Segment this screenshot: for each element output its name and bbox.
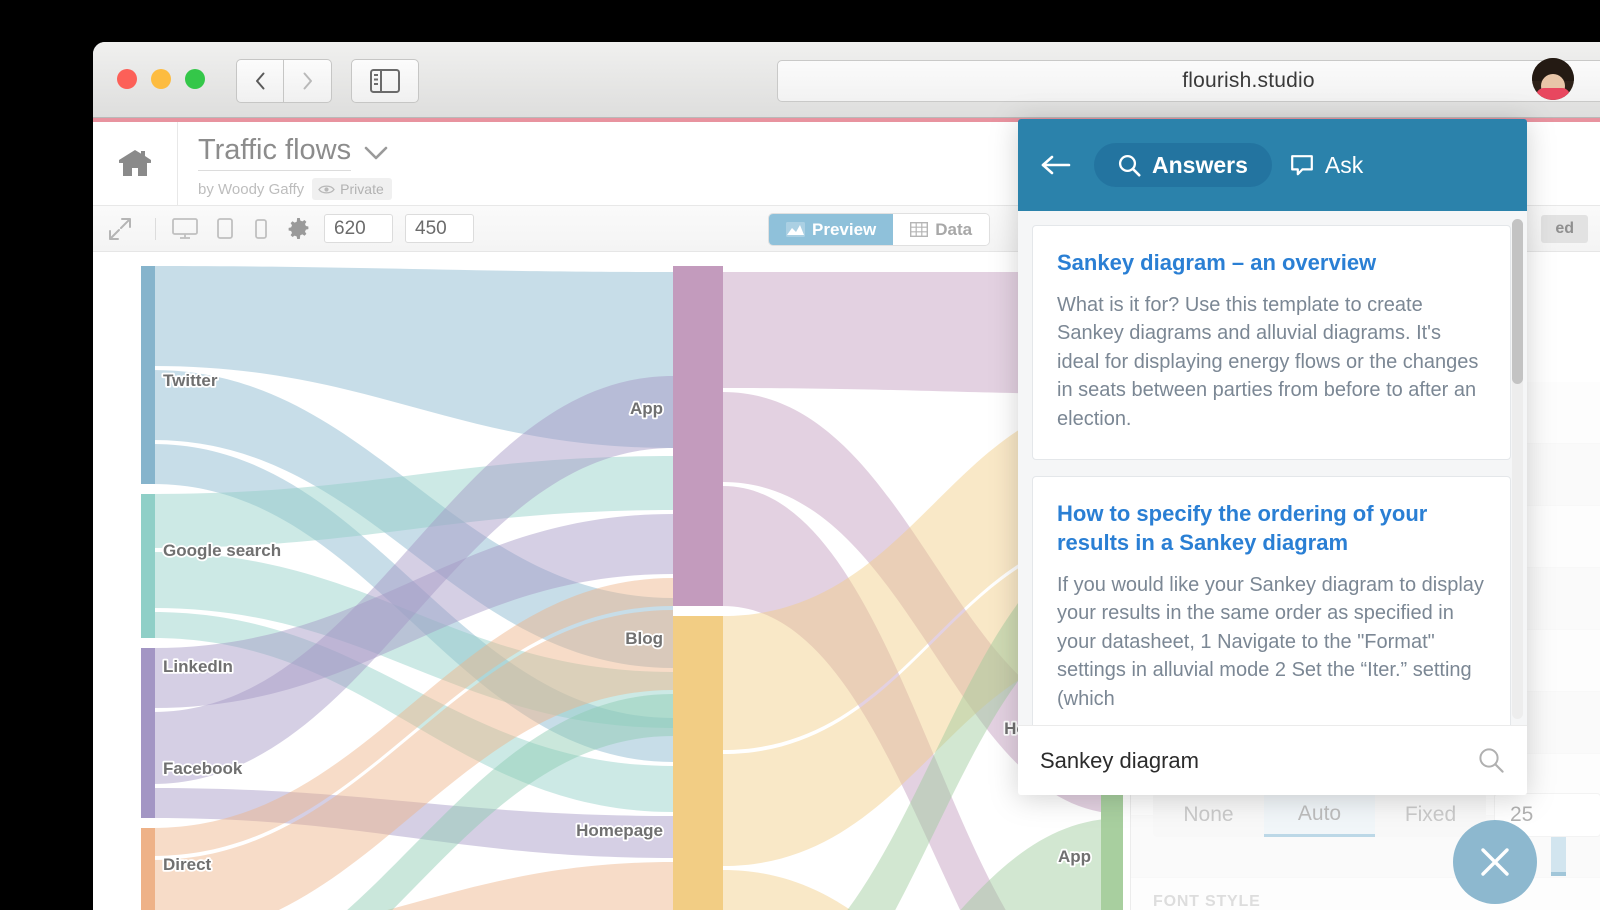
- sankey-links: [153, 266, 1123, 910]
- node-label-linkedin: LinkedIn: [163, 657, 233, 676]
- answers-search-bar[interactable]: [1018, 725, 1527, 795]
- chevron-left-icon: [255, 72, 264, 90]
- publish-status-chip[interactable]: ed: [1541, 215, 1588, 243]
- privacy-badge[interactable]: Private: [312, 178, 392, 200]
- tab-preview-label: Preview: [812, 219, 877, 239]
- chat-bubble-icon: [1290, 154, 1313, 175]
- privacy-label: Private: [340, 181, 384, 197]
- document-meta: by Woody Gaffy Private: [198, 178, 392, 200]
- toggle-sidebar-button[interactable]: [351, 59, 419, 103]
- search-input[interactable]: [1040, 747, 1478, 774]
- url-text: flourish.studio: [1182, 69, 1315, 92]
- tab-data[interactable]: Data: [893, 214, 990, 245]
- expand-icon: [109, 217, 131, 240]
- font-style-section-label: FONT STYLE: [1153, 893, 1261, 910]
- browser-titlebar: flourish.studio: [93, 42, 1600, 118]
- tablet-icon: [217, 218, 233, 239]
- node-label-twitter: Twitter: [163, 371, 218, 390]
- title-row[interactable]: Traffic flows: [198, 134, 392, 171]
- avatar-shirt: [1536, 88, 1570, 100]
- node-facebook[interactable]: [141, 828, 155, 910]
- desktop-icon: [172, 217, 198, 239]
- sankey-svg: Twitter Google search LinkedIn Facebook …: [141, 266, 1123, 910]
- expand-button[interactable]: [93, 217, 147, 241]
- mobile-preview-button[interactable]: [244, 218, 278, 239]
- tab-ask-label: Ask: [1324, 151, 1364, 178]
- sidebar-icon: [370, 69, 400, 93]
- gear-icon: [288, 217, 308, 240]
- page-title[interactable]: Traffic flows: [198, 134, 352, 171]
- arrow-left-icon: [1041, 155, 1071, 175]
- tab-answers[interactable]: Answers: [1094, 143, 1272, 187]
- sankey-diagram[interactable]: Twitter Google search LinkedIn Facebook …: [123, 266, 1123, 910]
- forward-button[interactable]: [284, 59, 332, 103]
- tab-data-label: Data: [935, 219, 973, 239]
- window-controls[interactable]: [117, 69, 205, 89]
- document-title-block: Traffic flows by Woody Gaffy Private: [198, 134, 392, 200]
- tab-ask[interactable]: Ask: [1272, 143, 1375, 187]
- tab-answers-label: Answers: [1152, 151, 1248, 178]
- close-icon: [1481, 848, 1509, 876]
- node-label-direct: Direct: [163, 855, 212, 874]
- chart-icon: [786, 222, 805, 237]
- node-label-app-mid: App: [630, 399, 663, 418]
- size-mode-auto[interactable]: Auto: [1264, 793, 1375, 837]
- node-blog-mid[interactable]: [673, 616, 723, 910]
- home-icon: [119, 150, 151, 176]
- close-window-button[interactable]: [117, 69, 137, 89]
- tab-preview[interactable]: Preview: [769, 214, 894, 245]
- chevron-right-icon: [303, 72, 312, 90]
- node-google-search[interactable]: [141, 494, 155, 638]
- node-label-blog-mid: Blog: [625, 629, 663, 648]
- answers-back-button[interactable]: [1018, 153, 1094, 177]
- screenshot-root: flourish.studio Traffic flows by Woody G…: [0, 0, 1600, 910]
- node-label-homepage-mid: Homepage: [576, 821, 663, 840]
- answers-scrollbar-thumb[interactable]: [1512, 219, 1523, 384]
- toolbar-divider: [155, 217, 156, 240]
- mobile-icon: [255, 218, 267, 239]
- size-mode-segmented-control: None Auto Fixed: [1153, 793, 1486, 837]
- minimize-window-button[interactable]: [151, 69, 171, 89]
- node-label-facebook: Facebook: [163, 759, 243, 778]
- maximize-window-button[interactable]: [185, 69, 205, 89]
- node-label-google-search: Google search: [163, 541, 281, 560]
- node-label-app-right: App: [1058, 847, 1091, 866]
- answers-scrollbar[interactable]: [1512, 219, 1523, 719]
- author-byline: by Woody Gaffy: [198, 180, 305, 198]
- height-input[interactable]: [405, 214, 474, 243]
- avatar[interactable]: [1532, 58, 1574, 100]
- chevron-down-icon[interactable]: [364, 146, 388, 160]
- node-app-mid[interactable]: [673, 266, 723, 606]
- answer-snippet: If you would like your Sankey diagram to…: [1057, 574, 1484, 710]
- width-input[interactable]: [324, 214, 393, 243]
- answer-result-card[interactable]: Sankey diagram – an overview What is it …: [1032, 225, 1511, 460]
- address-bar[interactable]: flourish.studio: [777, 60, 1600, 102]
- home-button[interactable]: [93, 122, 178, 206]
- grid-icon: [910, 222, 929, 237]
- answers-panel: Answers Ask Sankey diagram – an overview…: [1018, 119, 1527, 795]
- node-linkedin[interactable]: [141, 648, 155, 818]
- node-twitter[interactable]: [141, 266, 155, 484]
- eye-icon: [318, 184, 335, 194]
- publish-status-label: ed: [1555, 220, 1574, 237]
- answers-panel-header: Answers Ask: [1018, 119, 1527, 211]
- search-icon[interactable]: [1478, 747, 1505, 774]
- search-icon: [1118, 154, 1141, 177]
- back-button[interactable]: [236, 59, 284, 103]
- navigation-buttons: [236, 59, 332, 103]
- close-help-button[interactable]: [1453, 820, 1537, 904]
- answer-snippet: What is it for? Use this template to cre…: [1057, 294, 1479, 430]
- settings-gear-button[interactable]: [278, 217, 318, 240]
- answer-title[interactable]: Sankey diagram – an overview: [1057, 248, 1486, 277]
- size-mode-none[interactable]: None: [1153, 793, 1264, 837]
- tablet-preview-button[interactable]: [206, 218, 244, 239]
- answer-result-card[interactable]: How to specify the ordering of your resu…: [1032, 475, 1511, 725]
- preview-data-toggle: Preview Data: [769, 214, 990, 245]
- desktop-preview-button[interactable]: [164, 217, 206, 240]
- answer-title[interactable]: How to specify the ordering of your resu…: [1057, 499, 1486, 557]
- answers-results-list[interactable]: Sankey diagram – an overview What is it …: [1018, 211, 1527, 725]
